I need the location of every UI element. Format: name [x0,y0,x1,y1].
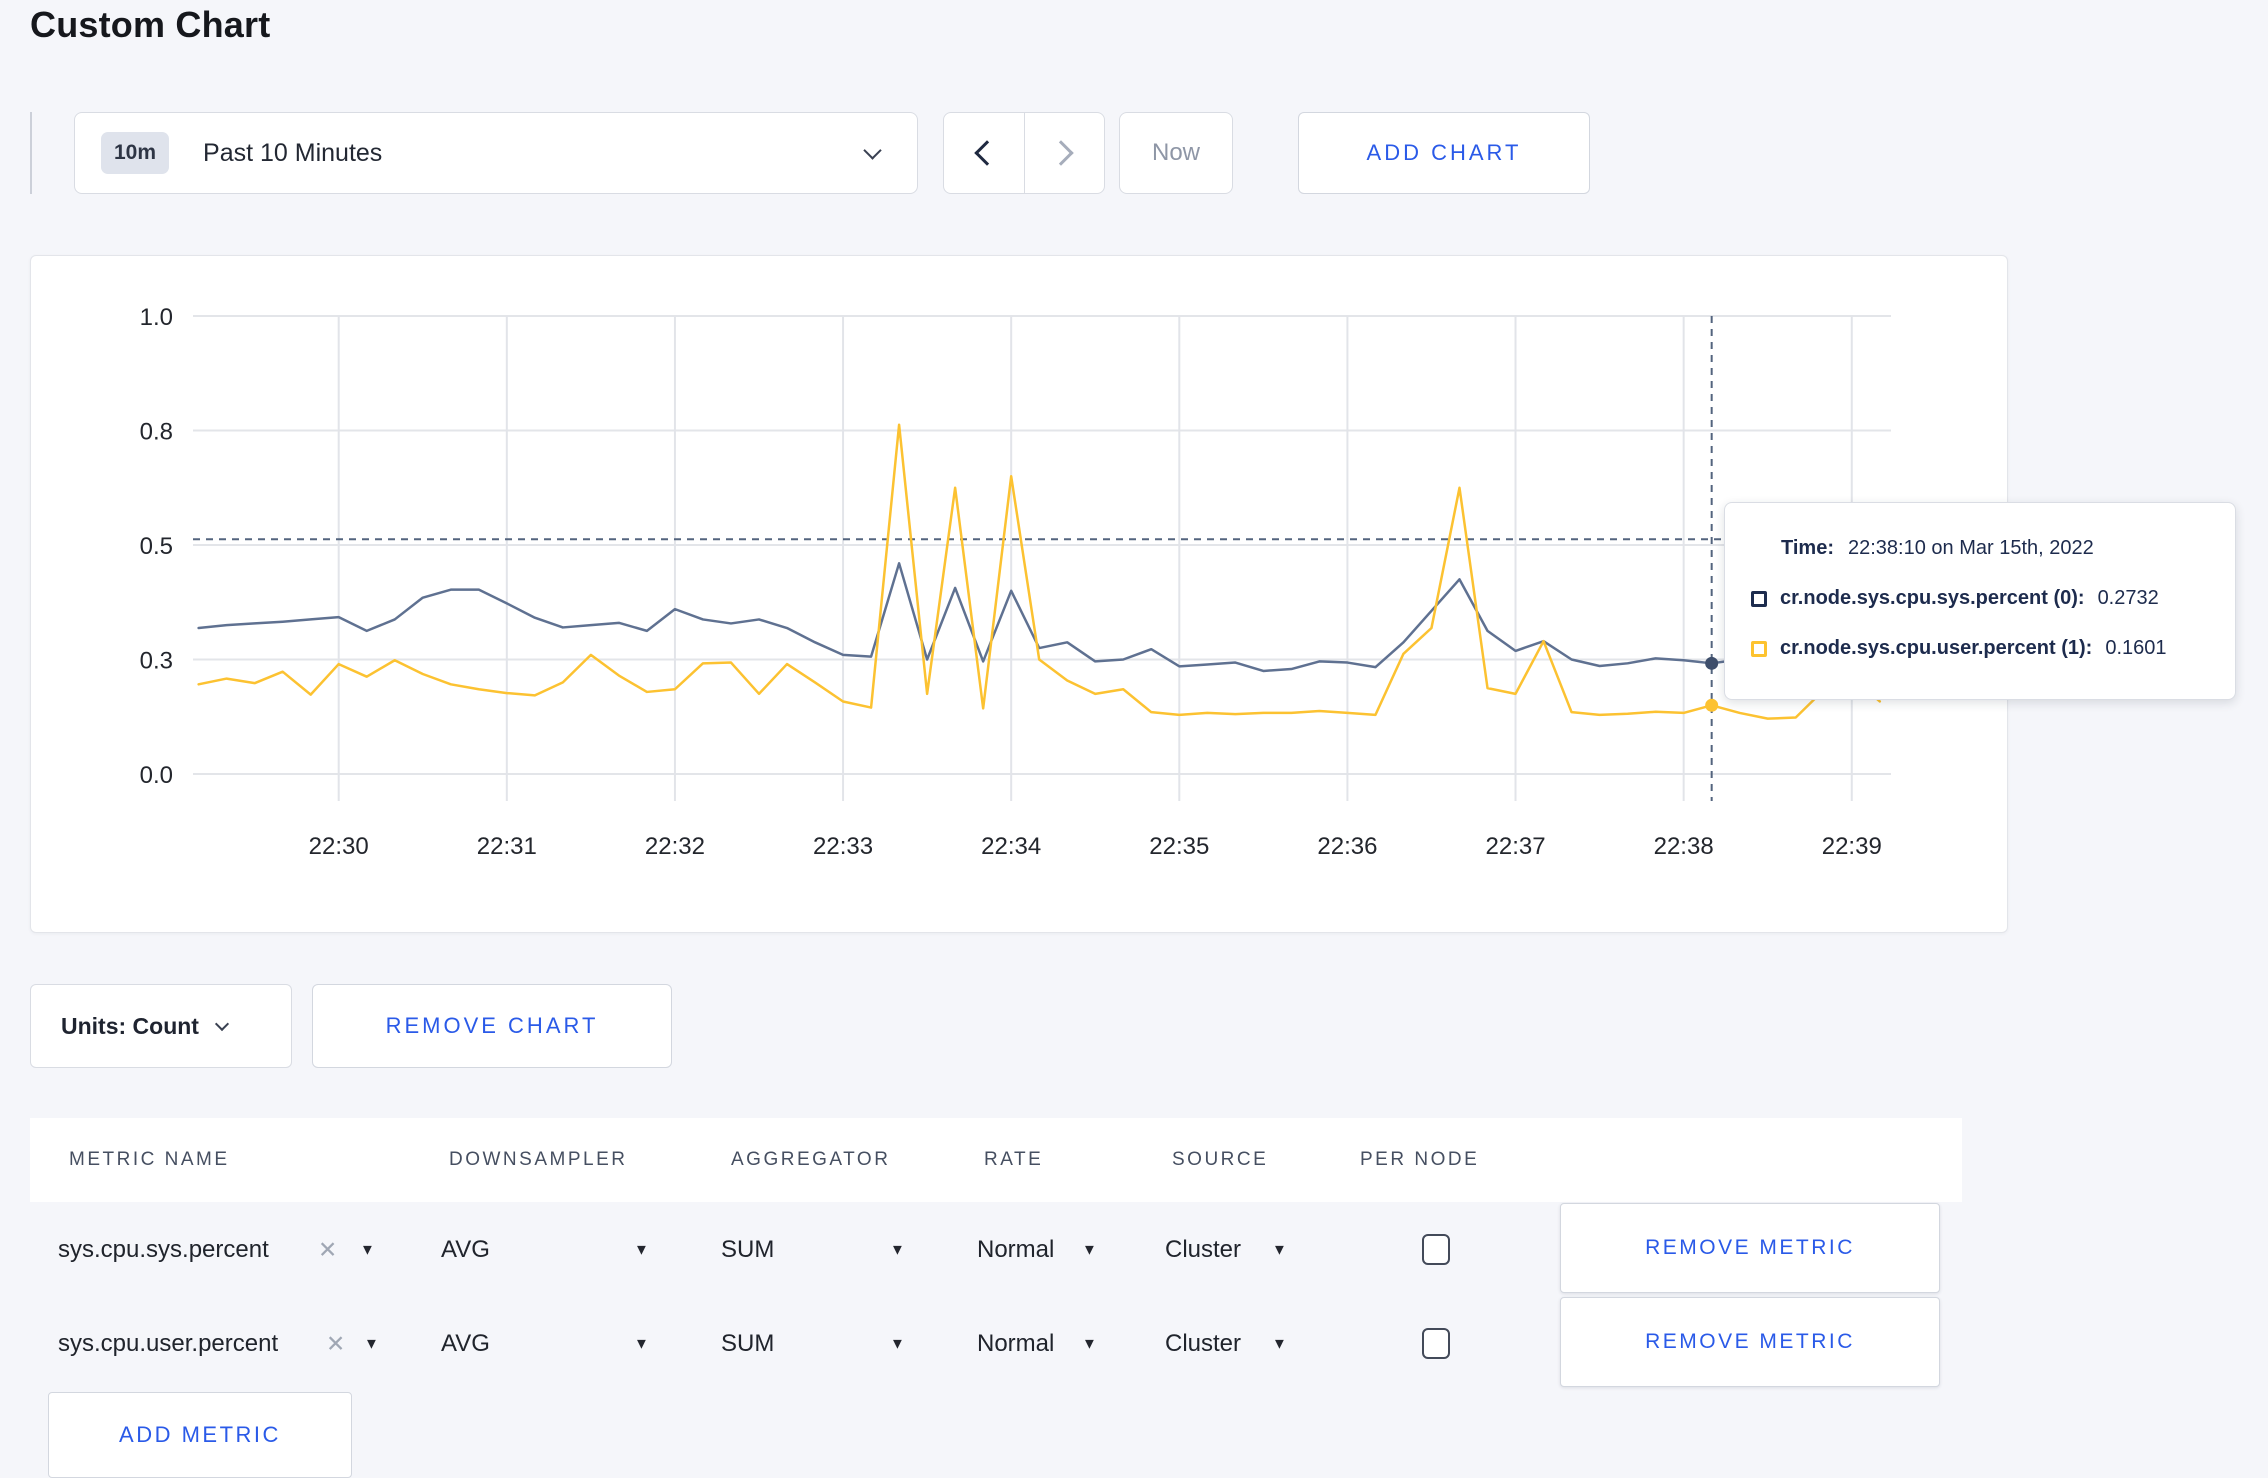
caret-down-icon[interactable]: ▼ [364,1336,379,1353]
metric-name-select[interactable]: sys.cpu.sys.percent [58,1236,269,1264]
time-window-dropdown[interactable]: 10m Past 10 Minutes [74,112,918,194]
chevron-right-icon [1048,140,1074,166]
source-select[interactable]: Cluster [1165,1330,1241,1358]
clear-metric-icon[interactable]: ✕ [318,1237,337,1264]
user-series-swatch-icon [1751,640,1767,657]
time-window-badge: 10m [101,132,170,174]
sys-series-swatch-icon [1751,590,1767,607]
svg-text:22:32: 22:32 [645,833,705,860]
column-per-node: PER NODE [1360,1149,1480,1170]
caret-down-icon[interactable]: ▼ [1082,1336,1097,1353]
metric-row-sys: sys.cpu.sys.percent ✕ ▼ AVG ▼ SUM ▼ Norm… [30,1203,1962,1297]
units-label: Units: Count [61,1012,199,1039]
svg-text:22:34: 22:34 [981,833,1041,860]
page-title: Custom Chart [30,4,271,45]
aggregator-select[interactable]: SUM [721,1330,774,1358]
svg-text:22:39: 22:39 [1822,833,1882,860]
svg-text:22:38: 22:38 [1654,833,1714,860]
caret-down-icon[interactable]: ▼ [890,1242,905,1259]
chart-card: 1.0 0.8 0.5 0.3 0.0 22:30 22:31 22:32 22:33 22:34… [30,255,2008,933]
chevron-down-icon [214,1016,230,1032]
svg-text:0.5: 0.5 [140,533,173,560]
tooltip-time: Time: 22:38:10 on Mar 15th, 2022 [1781,537,2094,559]
prev-time-button[interactable] [944,113,1025,193]
caret-down-icon[interactable]: ▼ [1082,1242,1097,1259]
add-metric-button[interactable]: ADD METRIC [48,1392,352,1478]
units-dropdown[interactable]: Units: Count [30,984,292,1068]
remove-chart-button[interactable]: REMOVE CHART [312,984,672,1068]
svg-text:22:35: 22:35 [1149,833,1209,860]
downsampler-select[interactable]: AVG [441,1236,490,1264]
caret-down-icon[interactable]: ▼ [890,1336,905,1353]
svg-text:22:30: 22:30 [309,833,369,860]
chevron-down-icon [863,140,882,160]
toolbar-divider [30,112,32,194]
tooltip-series-user: cr.node.sys.cpu.user.percent (1): 0.1601 [1751,637,2211,660]
tooltip-series-sys: cr.node.sys.cpu.sys.percent (0): 0.2732 [1751,587,2211,610]
time-window-label: Past 10 Minutes [203,138,383,167]
caret-down-icon[interactable]: ▼ [1272,1336,1287,1353]
clear-metric-icon[interactable]: ✕ [326,1331,345,1358]
timeseries-chart[interactable]: 1.0 0.8 0.5 0.3 0.0 22:30 22:31 22:32 22:33 22:34… [31,256,2009,934]
column-source: SOURCE [1172,1149,1269,1170]
time-nav-group [943,112,1105,194]
per-node-checkbox[interactable] [1422,1328,1450,1359]
caret-down-icon[interactable]: ▼ [634,1336,649,1353]
remove-metric-button[interactable]: REMOVE METRIC [1560,1203,1940,1293]
svg-text:22:36: 22:36 [1317,833,1377,860]
remove-metric-button[interactable]: REMOVE METRIC [1560,1297,1940,1387]
column-rate: RATE [984,1149,1044,1170]
chart-tooltip: Time: 22:38:10 on Mar 15th, 2022 cr.node.… [1724,502,2236,700]
rate-select[interactable]: Normal [977,1330,1054,1358]
svg-text:0.8: 0.8 [140,419,173,446]
column-metric-name: METRIC NAME [69,1149,230,1170]
per-node-checkbox[interactable] [1422,1234,1450,1265]
rate-select[interactable]: Normal [977,1236,1054,1264]
add-chart-button[interactable]: ADD CHART [1298,112,1590,194]
chevron-left-icon [974,140,1000,166]
column-aggregator: AGGREGATOR [731,1149,891,1170]
next-time-button[interactable] [1025,113,1105,193]
column-downsampler: DOWNSAMPLER [449,1149,628,1170]
metrics-table-header: METRIC NAME DOWNSAMPLER AGGREGATOR RATE … [30,1118,1962,1202]
metric-row-user: sys.cpu.user.percent ✕ ▼ AVG ▼ SUM ▼ Nor… [30,1297,1962,1391]
svg-text:22:33: 22:33 [813,833,873,860]
svg-text:22:31: 22:31 [477,833,537,860]
caret-down-icon[interactable]: ▼ [360,1242,375,1259]
svg-text:0.3: 0.3 [140,648,173,675]
svg-text:1.0: 1.0 [140,304,173,331]
aggregator-select[interactable]: SUM [721,1236,774,1264]
svg-text:0.0: 0.0 [140,762,173,789]
caret-down-icon[interactable]: ▼ [1272,1242,1287,1259]
metric-name-select[interactable]: sys.cpu.user.percent [58,1330,278,1358]
downsampler-select[interactable]: AVG [441,1330,490,1358]
caret-down-icon[interactable]: ▼ [634,1242,649,1259]
source-select[interactable]: Cluster [1165,1236,1241,1264]
now-button[interactable]: Now [1119,112,1233,194]
svg-text:22:37: 22:37 [1486,833,1546,860]
